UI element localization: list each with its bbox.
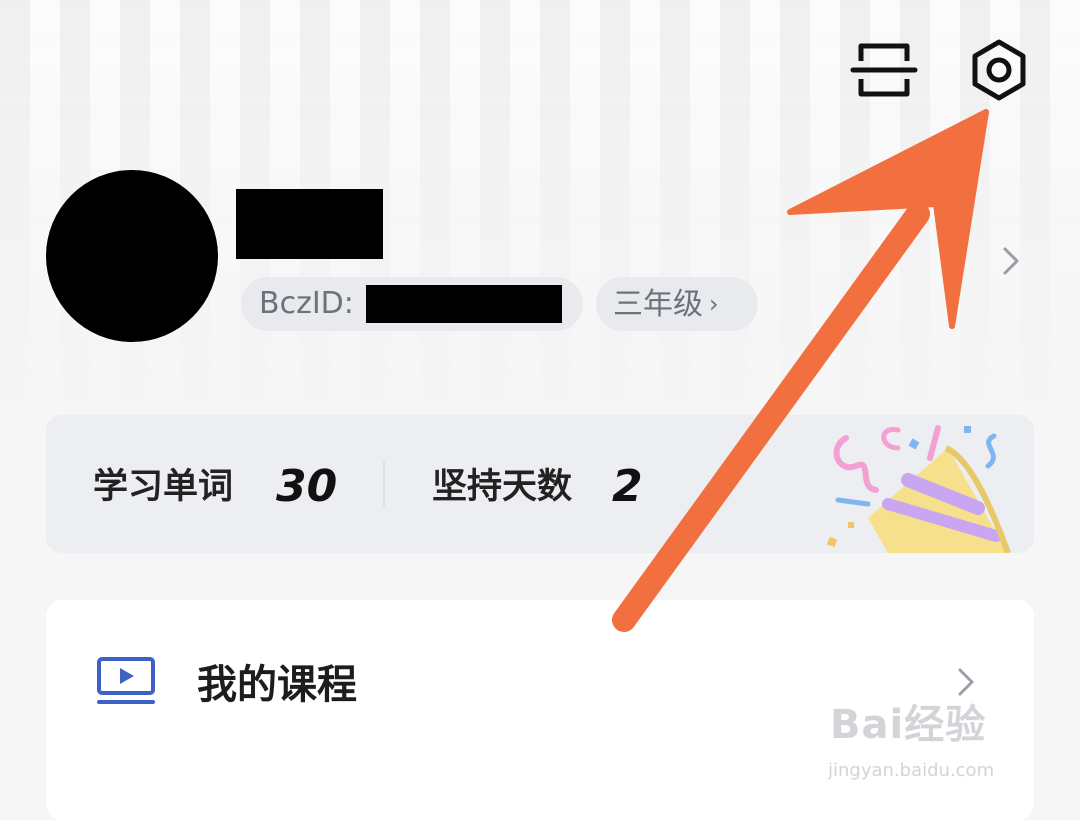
avatar[interactable] — [46, 170, 218, 342]
settings-icon[interactable] — [964, 35, 1034, 105]
stats-divider — [383, 462, 385, 506]
grade-chevron-icon: › — [709, 290, 719, 318]
video-course-icon — [97, 657, 155, 704]
words-learned-value: 30 — [276, 461, 338, 512]
grade-label: 三年级 — [613, 287, 703, 322]
my-courses-label: 我的课程 — [197, 662, 357, 708]
words-learned-label: 学习单词 — [93, 467, 234, 507]
baidu-watermark: Bai经验 — [830, 702, 987, 748]
party-popper-icon — [826, 425, 1011, 553]
baidu-watermark-url: jingyan.baidu.com — [828, 760, 995, 781]
grade-chip[interactable]: 三年级 › — [596, 277, 758, 331]
profile-chevron-icon[interactable] — [996, 244, 1026, 278]
scan-icon[interactable] — [849, 35, 919, 105]
streak-days-label: 坚持天数 — [432, 467, 573, 507]
bcz-id-prefix: BczID: — [259, 286, 354, 321]
bcz-id-redacted — [366, 285, 562, 323]
username-redacted — [236, 189, 383, 259]
streak-days-value: 2 — [612, 461, 643, 512]
